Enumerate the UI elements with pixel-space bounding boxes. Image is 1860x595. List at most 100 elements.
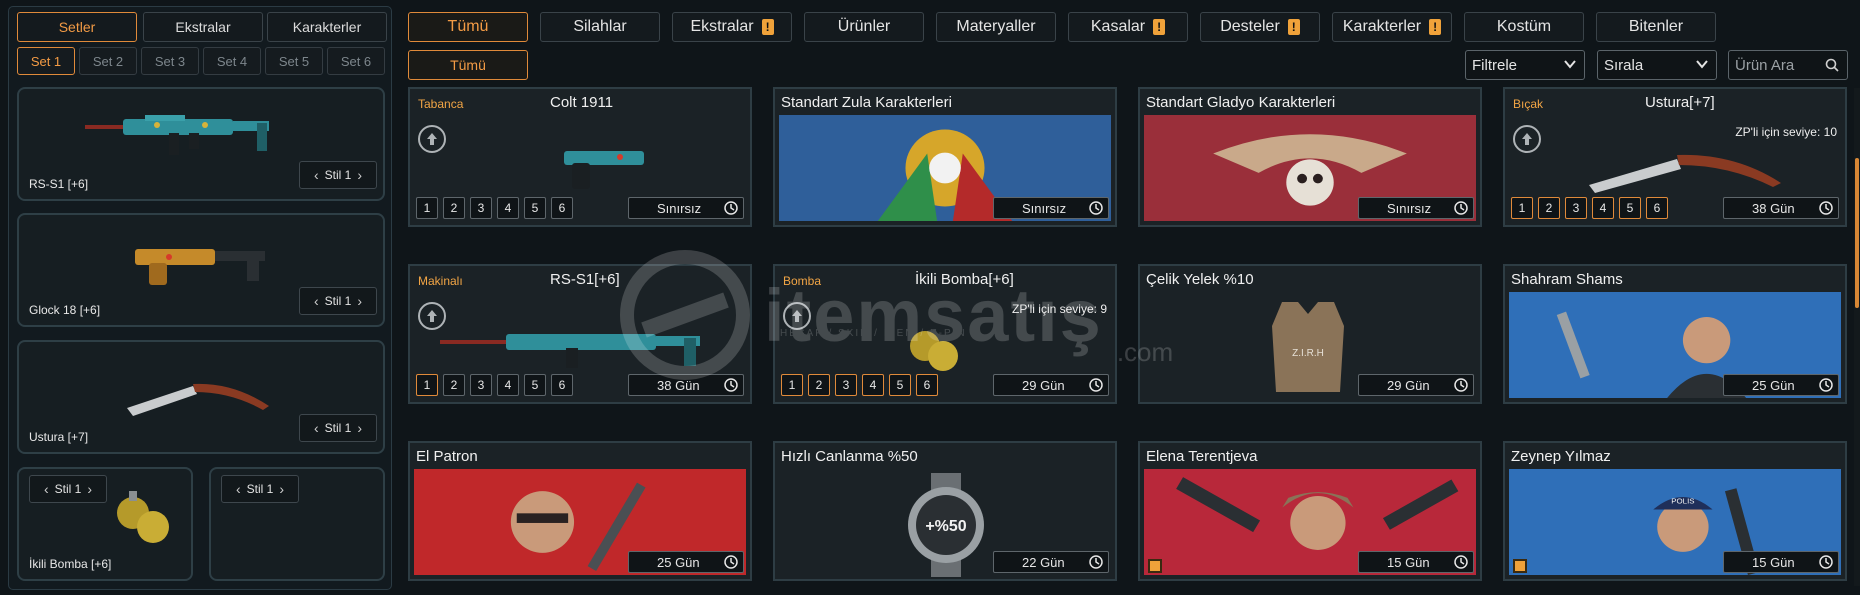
item-type: Bomba bbox=[783, 274, 822, 288]
level-3-button[interactable]: 3 bbox=[1565, 197, 1587, 219]
chevron-left-icon[interactable]: ‹ bbox=[314, 421, 319, 435]
slot-item-name: Glock 18 [+6] bbox=[29, 303, 101, 317]
chevron-left-icon[interactable]: ‹ bbox=[44, 482, 49, 496]
item-card-zeynep-yilmaz[interactable]: Zeynep Yılmaz POLIS 15 Gün bbox=[1503, 441, 1847, 581]
level-5-button[interactable]: 5 bbox=[889, 374, 911, 396]
chevron-left-icon[interactable]: ‹ bbox=[314, 294, 319, 308]
style-selector[interactable]: ‹ Stil 1 › bbox=[299, 287, 377, 315]
level-6-button[interactable]: 6 bbox=[551, 374, 573, 396]
level-2-button[interactable]: 2 bbox=[1538, 197, 1560, 219]
upgrade-icon[interactable] bbox=[1513, 125, 1541, 153]
tab-setler[interactable]: Setler bbox=[17, 12, 137, 42]
level-1-button[interactable]: 1 bbox=[1511, 197, 1533, 219]
level-1-button[interactable]: 1 bbox=[781, 374, 803, 396]
level-4-button[interactable]: 4 bbox=[862, 374, 884, 396]
category-kasalar[interactable]: Kasalar! bbox=[1068, 12, 1188, 42]
scrollbar[interactable] bbox=[1854, 88, 1860, 586]
chevron-down-icon bbox=[1696, 60, 1708, 69]
level-3-button[interactable]: 3 bbox=[835, 374, 857, 396]
level-3-button[interactable]: 3 bbox=[470, 374, 492, 396]
category-desteler[interactable]: Desteler! bbox=[1200, 12, 1320, 42]
sort-dropdown[interactable]: Sırala bbox=[1597, 50, 1717, 80]
item-card-ustura[interactable]: Bıçak Ustura[+7] ZP'li için seviye: 10 1… bbox=[1503, 87, 1847, 227]
item-card-celik-yelek[interactable]: Çelik Yelek %10 Z.I.R.H 29 Gün bbox=[1138, 264, 1482, 404]
item-card-rs-s1[interactable]: Makinalı RS-S1[+6] 123456 38 Gün bbox=[408, 264, 752, 404]
duration-text: Sınırsız bbox=[1387, 200, 1432, 216]
search-input[interactable]: Ürün Ara bbox=[1735, 57, 1794, 74]
level-4-button[interactable]: 4 bbox=[497, 374, 519, 396]
set-6-button[interactable]: Set 6 bbox=[327, 47, 385, 75]
category-ekstralar[interactable]: Ekstralar! bbox=[672, 12, 792, 42]
upgrade-icon[interactable] bbox=[418, 125, 446, 153]
category-bitenler[interactable]: Bitenler bbox=[1596, 12, 1716, 42]
tab-ekstralar[interactable]: Ekstralar bbox=[143, 12, 263, 42]
item-card-gladyo-characters[interactable]: Standart Gladyo Karakterleri Sınırsız bbox=[1138, 87, 1482, 227]
item-card-ikili-bomba[interactable]: Bomba İkili Bomba[+6] ZP'li için seviye:… bbox=[773, 264, 1117, 404]
level-6-button[interactable]: 6 bbox=[1646, 197, 1668, 219]
loadout-slot-grenade[interactable]: ‹ Stil 1 › İkili Bomba [+6] bbox=[17, 467, 193, 581]
set-2-button[interactable]: Set 2 bbox=[79, 47, 137, 75]
chevron-right-icon[interactable]: › bbox=[279, 482, 284, 496]
clock-icon bbox=[1089, 201, 1103, 215]
warning-icon: ! bbox=[1429, 19, 1442, 35]
search-icon[interactable] bbox=[1825, 58, 1839, 72]
chevron-left-icon[interactable]: ‹ bbox=[314, 168, 319, 182]
category-kostum[interactable]: Kostüm bbox=[1464, 12, 1584, 42]
level-5-button[interactable]: 5 bbox=[1619, 197, 1641, 219]
category-materyaller[interactable]: Materyaller bbox=[936, 12, 1056, 42]
item-card-zula-characters[interactable]: Standart Zula Karakterleri Sınırsız bbox=[773, 87, 1117, 227]
filter-dropdown[interactable]: Filtrele bbox=[1465, 50, 1585, 80]
style-selector[interactable]: ‹ Stil 1 › bbox=[29, 475, 107, 503]
item-card-el-patron[interactable]: El Patron 25 Gün bbox=[408, 441, 752, 581]
duration-badge: 15 Gün bbox=[1358, 551, 1474, 573]
level-5-button[interactable]: 5 bbox=[524, 197, 546, 219]
set-4-button[interactable]: Set 4 bbox=[203, 47, 261, 75]
item-card-colt-1911[interactable]: Tabanca Colt 1911 123456 Sınırsız bbox=[408, 87, 752, 227]
chevron-right-icon[interactable]: › bbox=[87, 482, 92, 496]
level-1-button[interactable]: 1 bbox=[416, 374, 438, 396]
level-1-button[interactable]: 1 bbox=[416, 197, 438, 219]
clock-icon bbox=[1454, 555, 1468, 569]
category-karakterler[interactable]: Karakterler! bbox=[1332, 12, 1452, 42]
loadout-slot-primary[interactable]: RS-S1 [+6] ‹ Stil 1 › bbox=[17, 87, 385, 201]
upgrade-icon[interactable] bbox=[783, 302, 811, 330]
style-label: Stil 1 bbox=[54, 482, 82, 496]
style-selector[interactable]: ‹ Stil 1 › bbox=[299, 161, 377, 189]
loadout-slot-secondary[interactable]: Glock 18 [+6] ‹ Stil 1 › bbox=[17, 213, 385, 327]
item-card-elena-terentjeva[interactable]: Elena Terentjeva 15 Gün bbox=[1138, 441, 1482, 581]
chevron-right-icon[interactable]: › bbox=[357, 294, 362, 308]
tab-karakterler[interactable]: Karakterler bbox=[267, 12, 387, 42]
level-6-button[interactable]: 6 bbox=[916, 374, 938, 396]
level-5-button[interactable]: 5 bbox=[524, 374, 546, 396]
set-3-button[interactable]: Set 3 bbox=[141, 47, 199, 75]
chevron-right-icon[interactable]: › bbox=[357, 168, 362, 182]
level-2-button[interactable]: 2 bbox=[443, 197, 465, 219]
clock-icon bbox=[1819, 201, 1833, 215]
level-4-button[interactable]: 4 bbox=[497, 197, 519, 219]
level-4-button[interactable]: 4 bbox=[1592, 197, 1614, 219]
item-card-shahram-shams[interactable]: Shahram Shams 25 Gün bbox=[1503, 264, 1847, 404]
favorite-checkbox[interactable] bbox=[1513, 559, 1527, 573]
loadout-slot-melee[interactable]: Ustura [+7] ‹ Stil 1 › bbox=[17, 340, 385, 454]
search-box[interactable]: Ürün Ara bbox=[1728, 50, 1848, 80]
set-5-button[interactable]: Set 5 bbox=[265, 47, 323, 75]
vest-image: Z.I.R.H bbox=[1272, 302, 1344, 392]
level-2-button[interactable]: 2 bbox=[443, 374, 465, 396]
subfilter-tumu[interactable]: Tümü bbox=[408, 50, 528, 80]
chevron-left-icon[interactable]: ‹ bbox=[236, 482, 241, 496]
loadout-slot-extra[interactable]: ‹ Stil 1 › bbox=[209, 467, 385, 581]
scrollbar-thumb[interactable] bbox=[1855, 158, 1859, 308]
category-silahlar[interactable]: Silahlar bbox=[540, 12, 660, 42]
duration-badge: 38 Gün bbox=[1723, 197, 1839, 219]
level-3-button[interactable]: 3 bbox=[470, 197, 492, 219]
level-6-button[interactable]: 6 bbox=[551, 197, 573, 219]
item-card-hizli-canlanma[interactable]: Hızlı Canlanma %50 +%50 22 Gün bbox=[773, 441, 1117, 581]
category-tumu[interactable]: Tümü bbox=[408, 12, 528, 42]
level-2-button[interactable]: 2 bbox=[808, 374, 830, 396]
style-selector[interactable]: ‹ Stil 1 › bbox=[299, 414, 377, 442]
favorite-checkbox[interactable] bbox=[1148, 559, 1162, 573]
chevron-right-icon[interactable]: › bbox=[357, 421, 362, 435]
set-1-button[interactable]: Set 1 bbox=[17, 47, 75, 75]
style-selector[interactable]: ‹ Stil 1 › bbox=[221, 475, 299, 503]
category-urunler[interactable]: Ürünler bbox=[804, 12, 924, 42]
